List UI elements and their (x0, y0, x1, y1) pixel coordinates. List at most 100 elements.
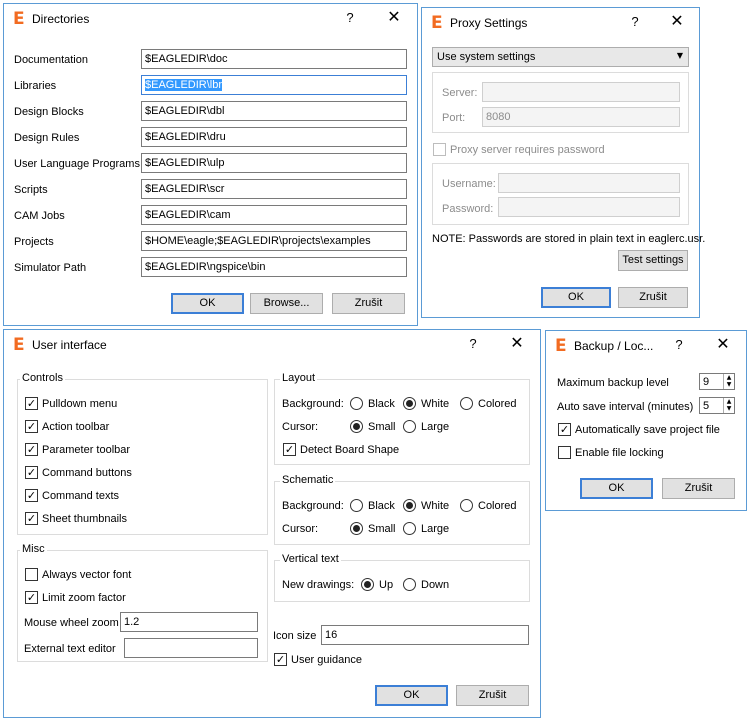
schematic-bg-black-label: Black (368, 500, 395, 512)
schematic-bg-black-radio[interactable] (350, 499, 363, 512)
dir-label-ulp: User Language Programs (14, 158, 140, 170)
external-editor-field[interactable] (124, 638, 258, 658)
cancel-button[interactable]: Zrušit (618, 287, 688, 308)
requires-password-checkbox[interactable] (433, 143, 446, 156)
detect-board-shape-checkbox[interactable]: ✓ (283, 443, 296, 456)
layout-cursor-large-radio[interactable] (403, 420, 416, 433)
port-field[interactable]: 8080 (482, 107, 680, 127)
ui-title: User interface (32, 338, 107, 352)
help-icon[interactable]: ? (466, 336, 480, 351)
layout-bg-colored-radio[interactable] (460, 397, 473, 410)
dir-label-projects: Projects (14, 236, 54, 248)
parameter-toolbar-label: Parameter toolbar (42, 444, 131, 456)
cancel-button[interactable]: Zrušit (332, 293, 405, 314)
proxy-note: NOTE: Passwords are stored in plain text… (432, 233, 706, 245)
user-guidance-checkbox[interactable]: ✓ (274, 653, 287, 666)
dir-label-design-rules: Design Rules (14, 132, 80, 144)
browse-button[interactable]: Browse... (250, 293, 323, 314)
proxy-mode-select[interactable]: Use system settings ▼ (432, 47, 689, 67)
layout-background-label: Background: (282, 398, 344, 410)
schematic-cursor-small-radio[interactable] (350, 522, 363, 535)
dir-field-simulator[interactable]: $EAGLEDIR\ngspice\bin (141, 257, 407, 277)
dir-field-design-rules[interactable]: $EAGLEDIR\dru (141, 127, 407, 147)
always-vector-font-checkbox[interactable] (25, 568, 38, 581)
layout-bg-black-radio[interactable] (350, 397, 363, 410)
ok-button[interactable]: OK (580, 478, 653, 499)
mouse-wheel-zoom-field[interactable]: 1.2 (120, 612, 258, 632)
ui-titlebar: E User interface ? ✕ (4, 330, 540, 360)
command-texts-checkbox[interactable]: ✓ (25, 489, 38, 502)
dir-label-scripts: Scripts (14, 184, 48, 196)
layout-cursor-label: Cursor: (282, 421, 319, 433)
dir-field-cam-jobs[interactable]: $EAGLEDIR\cam (141, 205, 407, 225)
spin-down-icon[interactable]: ▼ (727, 381, 732, 388)
help-icon[interactable]: ? (672, 337, 686, 352)
server-field[interactable] (482, 82, 680, 102)
test-settings-button[interactable]: Test settings (618, 250, 688, 271)
vertical-down-radio[interactable] (403, 578, 416, 591)
close-icon[interactable]: ✕ (715, 336, 731, 352)
spin-up-icon[interactable]: ▲ (727, 374, 732, 381)
command-buttons-checkbox[interactable]: ✓ (25, 466, 38, 479)
pulldown-menu-label: Pulldown menu (42, 398, 118, 410)
parameter-toolbar-checkbox[interactable]: ✓ (25, 443, 38, 456)
dir-label-design-blocks: Design Blocks (14, 106, 84, 118)
schematic-bg-colored-radio[interactable] (460, 499, 473, 512)
spin-arrows-icon[interactable]: ▲ ▼ (723, 374, 734, 389)
pulldown-menu-checkbox[interactable]: ✓ (25, 397, 38, 410)
layout-title: Layout (280, 372, 318, 384)
schematic-cursor-large-radio[interactable] (403, 522, 416, 535)
schematic-bg-white-label: White (421, 500, 450, 512)
schematic-cursor-large-label: Large (421, 523, 450, 535)
layout-cursor-small-radio[interactable] (350, 420, 363, 433)
ok-button[interactable]: OK (541, 287, 611, 308)
dir-label-simulator: Simulator Path (14, 262, 87, 274)
layout-bg-white-radio[interactable] (403, 397, 416, 410)
schematic-bg-white-radio[interactable] (403, 499, 416, 512)
dir-field-scripts[interactable]: $EAGLEDIR\scr (141, 179, 407, 199)
spin-arrows-icon[interactable]: ▲ ▼ (723, 398, 734, 413)
ok-button[interactable]: OK (375, 685, 448, 706)
vertical-text-title: Vertical text (280, 553, 341, 565)
dir-field-projects[interactable]: $HOME\eagle;$EAGLEDIR\projects\examples (141, 231, 407, 251)
dir-field-libraries[interactable]: $EAGLEDIR\lbr (141, 75, 407, 95)
help-icon[interactable]: ? (343, 10, 357, 25)
command-buttons-label: Command buttons (42, 467, 132, 479)
help-icon[interactable]: ? (628, 14, 642, 29)
sheet-thumbnails-checkbox[interactable]: ✓ (25, 512, 38, 525)
close-icon[interactable]: ✕ (386, 9, 402, 25)
ok-button[interactable]: OK (171, 293, 244, 314)
spin-up-icon[interactable]: ▲ (727, 398, 732, 405)
username-field[interactable] (498, 173, 680, 193)
cancel-button[interactable]: Zrušit (456, 685, 529, 706)
auto-save-label: Auto save interval (minutes) (557, 401, 694, 413)
dir-field-ulp[interactable]: $EAGLEDIR\ulp (141, 153, 407, 173)
proxy-dialog: E Proxy Settings ? ✕ Use system settings… (421, 7, 705, 318)
limit-zoom-checkbox[interactable]: ✓ (25, 591, 38, 604)
auto-save-project-checkbox[interactable]: ✓ (558, 423, 571, 436)
close-icon[interactable]: ✕ (509, 335, 525, 351)
mouse-wheel-zoom-label: Mouse wheel zoom (24, 617, 119, 629)
vertical-up-label: Up (379, 579, 394, 591)
schematic-bg-colored-label: Colored (478, 500, 517, 512)
close-icon[interactable]: ✕ (669, 13, 685, 29)
directories-titlebar: E Directories ? ✕ (4, 4, 417, 34)
icon-size-field[interactable]: 16 (321, 625, 529, 645)
dir-field-design-blocks[interactable]: $EAGLEDIR\dbl (141, 101, 407, 121)
max-backup-spinner[interactable]: 9 ▲ ▼ (699, 373, 735, 390)
proxy-mode-value: Use system settings (437, 51, 536, 63)
auto-save-spinner[interactable]: 5 ▲ ▼ (699, 397, 735, 414)
action-toolbar-checkbox[interactable]: ✓ (25, 420, 38, 433)
cancel-button[interactable]: Zrušit (662, 478, 735, 499)
dir-field-libraries-selection: $EAGLEDIR\lbr (145, 79, 223, 91)
eagle-logo-icon: E (431, 13, 443, 33)
dir-field-documentation[interactable]: $EAGLEDIR\doc (141, 49, 407, 69)
schematic-background-label: Background: (282, 500, 344, 512)
password-field[interactable] (498, 197, 680, 217)
layout-cursor-small-label: Small (368, 421, 396, 433)
file-locking-checkbox[interactable] (558, 446, 571, 459)
backup-title: Backup / Loc... (574, 339, 654, 353)
spin-down-icon[interactable]: ▼ (727, 405, 732, 412)
vertical-up-radio[interactable] (361, 578, 374, 591)
user-interface-dialog: E User interface ? ✕ Controls ✓ Pulldown… (3, 329, 541, 718)
